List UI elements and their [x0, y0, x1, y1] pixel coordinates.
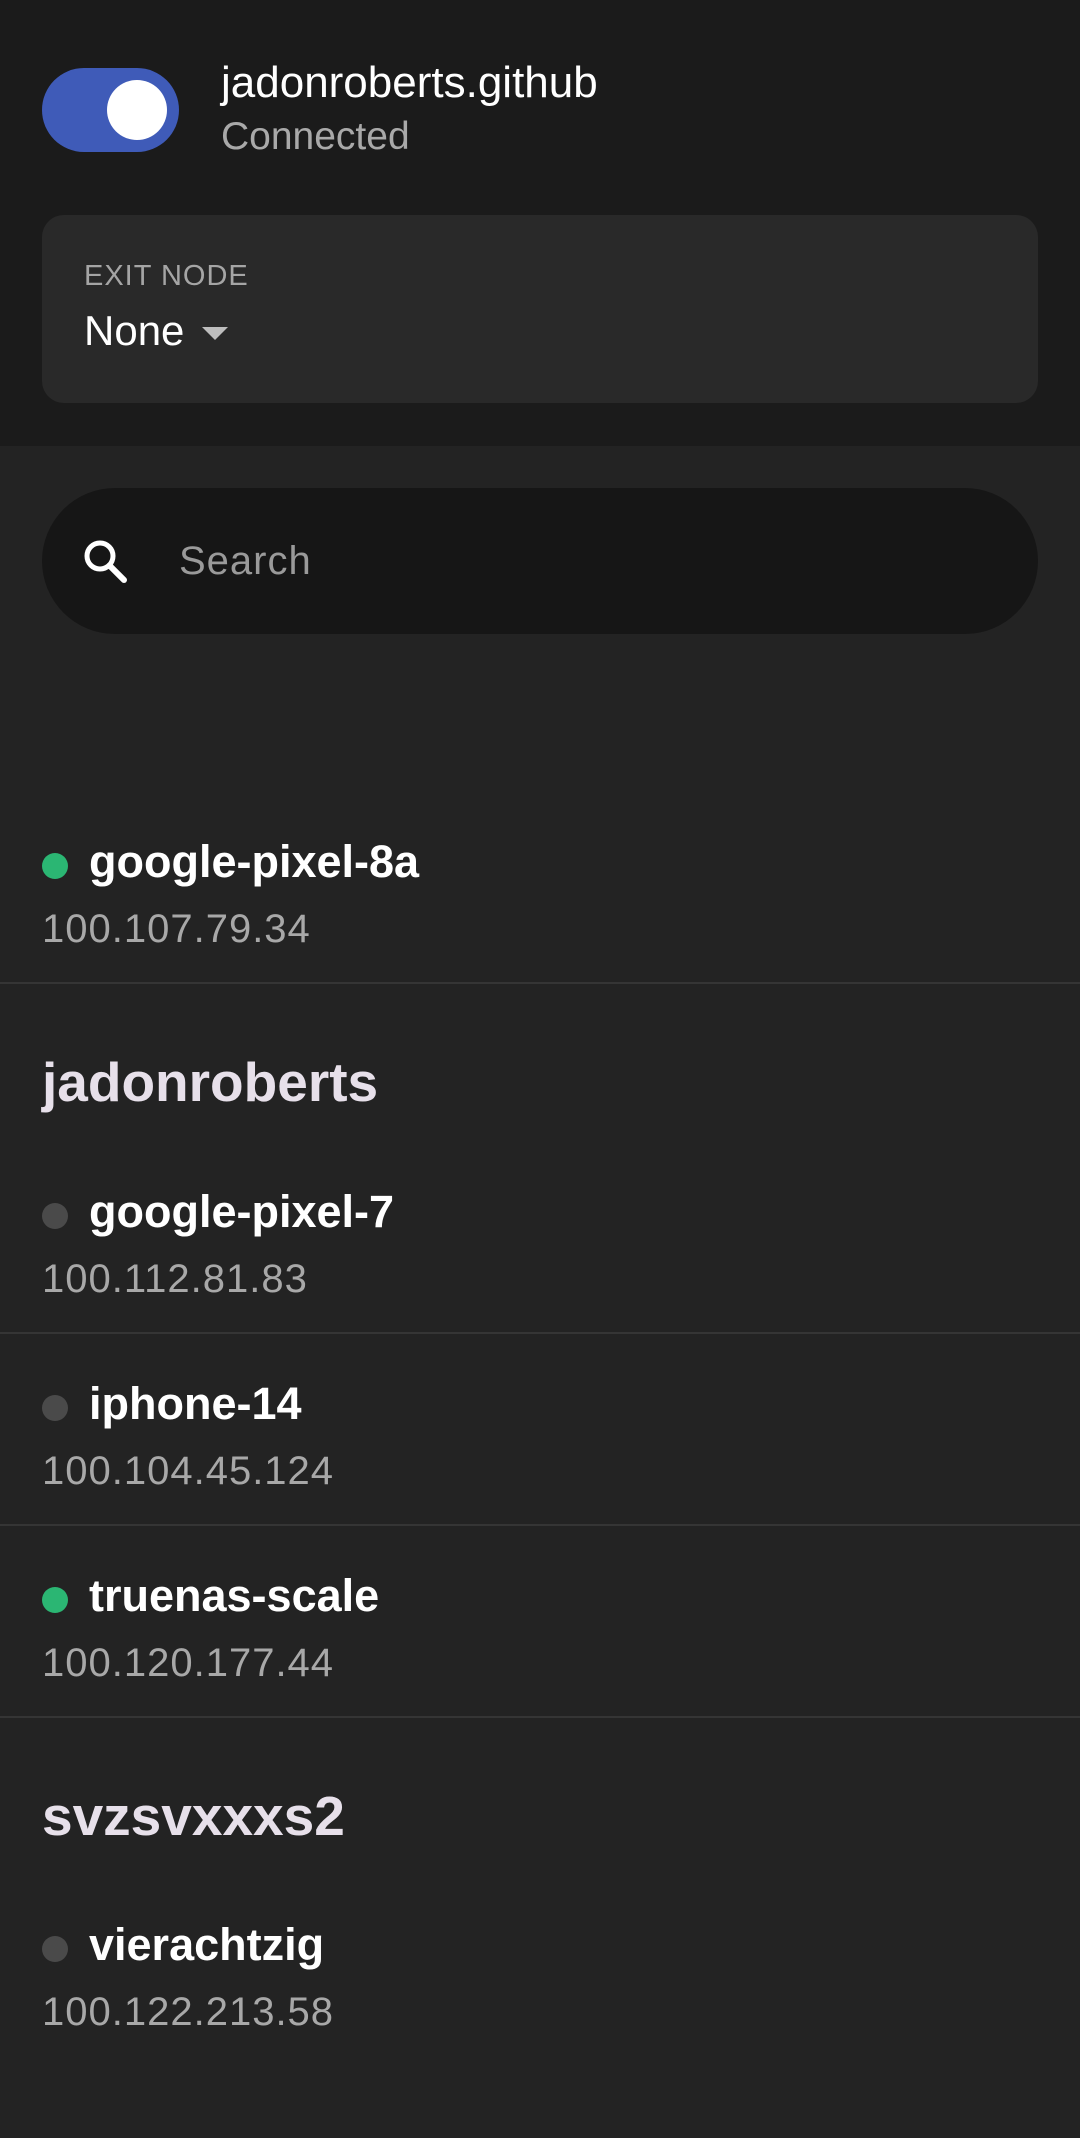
status-dot: [42, 853, 68, 879]
exit-node-selector[interactable]: EXIT NODE None: [42, 215, 1038, 403]
connection-toggle[interactable]: [42, 68, 179, 152]
search-input[interactable]: [179, 531, 979, 591]
dropdown-arrow-icon[interactable]: [202, 327, 228, 340]
device-item[interactable]: iphone-14 100.104.45.124: [0, 1336, 1080, 1526]
device-item[interactable]: google-pixel-8a 100.107.79.34: [0, 794, 1080, 984]
device-name: truenas-scale: [89, 1570, 380, 1621]
device-name: google-pixel-8a: [89, 836, 420, 887]
device-item[interactable]: google-pixel-7 100.112.81.83: [0, 1144, 1080, 1334]
group-title: svzsvxxxs2: [42, 1785, 345, 1847]
divider: [0, 1524, 1080, 1526]
exit-node-value: None: [84, 307, 185, 354]
group-title: jadonroberts: [42, 1051, 379, 1113]
toggle-knob[interactable]: [107, 80, 167, 140]
status-dot: [42, 1203, 68, 1229]
search-bar[interactable]: [42, 488, 1038, 634]
device-ip: 100.107.79.34: [42, 907, 311, 951]
device-name: iphone-14: [89, 1378, 302, 1429]
divider: [0, 1332, 1080, 1334]
device-ip: 100.122.213.58: [42, 1990, 335, 2034]
device-ip: 100.112.81.83: [42, 1257, 308, 1301]
device-item[interactable]: truenas-scale 100.120.177.44: [0, 1528, 1080, 1718]
divider: [0, 982, 1080, 984]
device-name: google-pixel-7: [89, 1186, 395, 1237]
divider: [0, 1716, 1080, 1718]
status-dot: [42, 1587, 68, 1613]
exit-node-label: EXIT NODE: [84, 260, 249, 292]
status-dot: [42, 1395, 68, 1421]
device-ip: 100.104.45.124: [42, 1449, 335, 1493]
device-ip: 100.120.177.44: [42, 1641, 335, 1685]
status-dot: [42, 1936, 68, 1962]
search-icon[interactable]: [80, 536, 130, 586]
device-item[interactable]: vierachtzig 100.122.213.58: [0, 1877, 1080, 2067]
connection-status: Connected: [221, 115, 410, 158]
device-name: vierachtzig: [89, 1919, 325, 1970]
header: jadonroberts.github Connected EXIT NODE …: [0, 0, 1080, 446]
account-name: jadonroberts.github: [221, 58, 598, 107]
